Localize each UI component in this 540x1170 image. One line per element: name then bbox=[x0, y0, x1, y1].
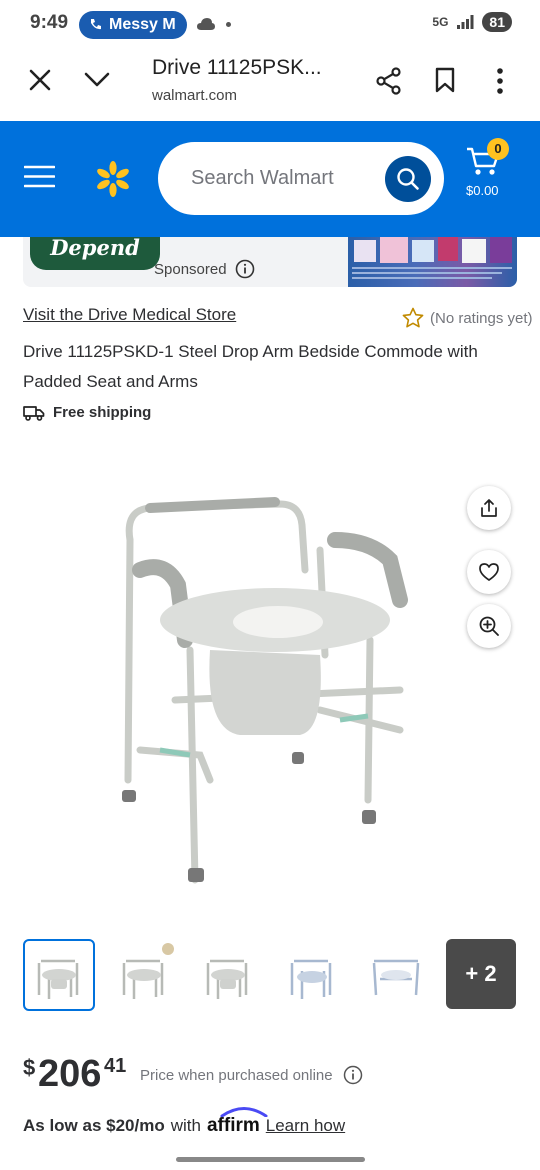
sponsored-label: Sponsored bbox=[154, 260, 227, 278]
monthly-payment: As low as $20/mo bbox=[23, 1116, 165, 1135]
search-placeholder: Search Walmart bbox=[191, 167, 334, 189]
chevron-down-icon[interactable] bbox=[84, 72, 110, 88]
home-indicator[interactable] bbox=[176, 1157, 365, 1162]
price-note-label: Price when purchased online bbox=[140, 1066, 333, 1084]
star-icon bbox=[402, 307, 424, 328]
walmart-header: Search Walmart 0 $0.00 bbox=[0, 121, 540, 237]
walmart-spark-logo[interactable] bbox=[94, 160, 132, 198]
thumbnail-1[interactable] bbox=[23, 939, 95, 1011]
heart-icon bbox=[479, 563, 499, 581]
with-label: with bbox=[170, 1116, 201, 1135]
ad-product-image bbox=[348, 237, 517, 287]
more-options-icon[interactable] bbox=[496, 68, 504, 94]
ongoing-call-pill[interactable]: Messy M bbox=[79, 11, 187, 39]
price-note: Price when purchased online bbox=[140, 1065, 363, 1085]
thumbnail-3[interactable] bbox=[192, 939, 264, 1011]
share-image-button[interactable] bbox=[467, 486, 511, 530]
cart-count-badge: 0 bbox=[487, 138, 509, 160]
truck-icon bbox=[23, 405, 45, 421]
product-image[interactable] bbox=[100, 480, 440, 890]
favorite-button[interactable] bbox=[467, 550, 511, 594]
depend-logo: Depend bbox=[30, 237, 160, 270]
page-title: Drive 11125PSK... bbox=[152, 56, 322, 79]
store-link[interactable]: Visit the Drive Medical Store bbox=[23, 305, 236, 325]
menu-icon[interactable] bbox=[24, 165, 55, 188]
call-icon bbox=[91, 19, 101, 30]
status-bar: 9:49 Messy M 5G 81 bbox=[0, 0, 540, 48]
search-icon bbox=[397, 168, 419, 190]
price-dollars: 206 bbox=[38, 1053, 102, 1095]
battery-level: 81 bbox=[482, 12, 512, 32]
network-label: 5G bbox=[432, 15, 449, 29]
thumbnail-2[interactable] bbox=[108, 939, 180, 1011]
thumbnail-5[interactable] bbox=[360, 939, 432, 1011]
cloud-icon bbox=[197, 18, 215, 30]
signal-icon bbox=[457, 15, 474, 29]
zoom-button[interactable] bbox=[467, 604, 511, 648]
call-label: Messy M bbox=[109, 16, 176, 33]
sponsored-label-row: Sponsored bbox=[154, 259, 255, 279]
status-right: 5G 81 bbox=[432, 12, 512, 32]
shipping-info: Free shipping bbox=[23, 404, 151, 421]
learn-how-link[interactable]: Learn how bbox=[266, 1116, 345, 1136]
affirm-logo-text: affirm bbox=[206, 1115, 260, 1136]
cart-total: $0.00 bbox=[466, 183, 499, 198]
search-input[interactable]: Search Walmart bbox=[158, 142, 444, 215]
price-currency: $ bbox=[23, 1055, 36, 1080]
thumbnail-4[interactable] bbox=[276, 939, 348, 1011]
affirm-arc bbox=[220, 1107, 268, 1117]
product-title: Drive 11125PSKD-1 Steel Drop Arm Bedside… bbox=[23, 342, 478, 391]
info-icon[interactable] bbox=[235, 259, 255, 279]
ratings[interactable]: (No ratings yet) bbox=[402, 307, 533, 329]
bookmark-icon[interactable] bbox=[434, 67, 456, 93]
more-images-button[interactable]: + 2 bbox=[446, 939, 516, 1009]
zoom-in-icon bbox=[479, 616, 499, 636]
notification-dot bbox=[226, 22, 231, 27]
search-button[interactable] bbox=[385, 156, 431, 202]
share-icon[interactable] bbox=[375, 67, 403, 95]
price-cents: 41 bbox=[104, 1055, 127, 1077]
ratings-label: (No ratings yet) bbox=[430, 309, 533, 327]
affirm-financing: As low as $20/mo with affirm Learn how bbox=[23, 1107, 345, 1137]
shipping-label: Free shipping bbox=[53, 404, 152, 421]
share-upload-icon bbox=[481, 499, 497, 517]
info-icon[interactable] bbox=[343, 1065, 363, 1085]
status-time: 9:49 bbox=[30, 12, 69, 33]
sponsored-ad-banner[interactable]: Depend Sponsored bbox=[23, 237, 517, 287]
affirm-logo: affirm bbox=[206, 1107, 268, 1137]
close-icon[interactable] bbox=[29, 69, 51, 91]
page-url: walmart.com bbox=[152, 87, 238, 104]
browser-toolbar: Drive 11125PSK... walmart.com bbox=[0, 48, 540, 120]
